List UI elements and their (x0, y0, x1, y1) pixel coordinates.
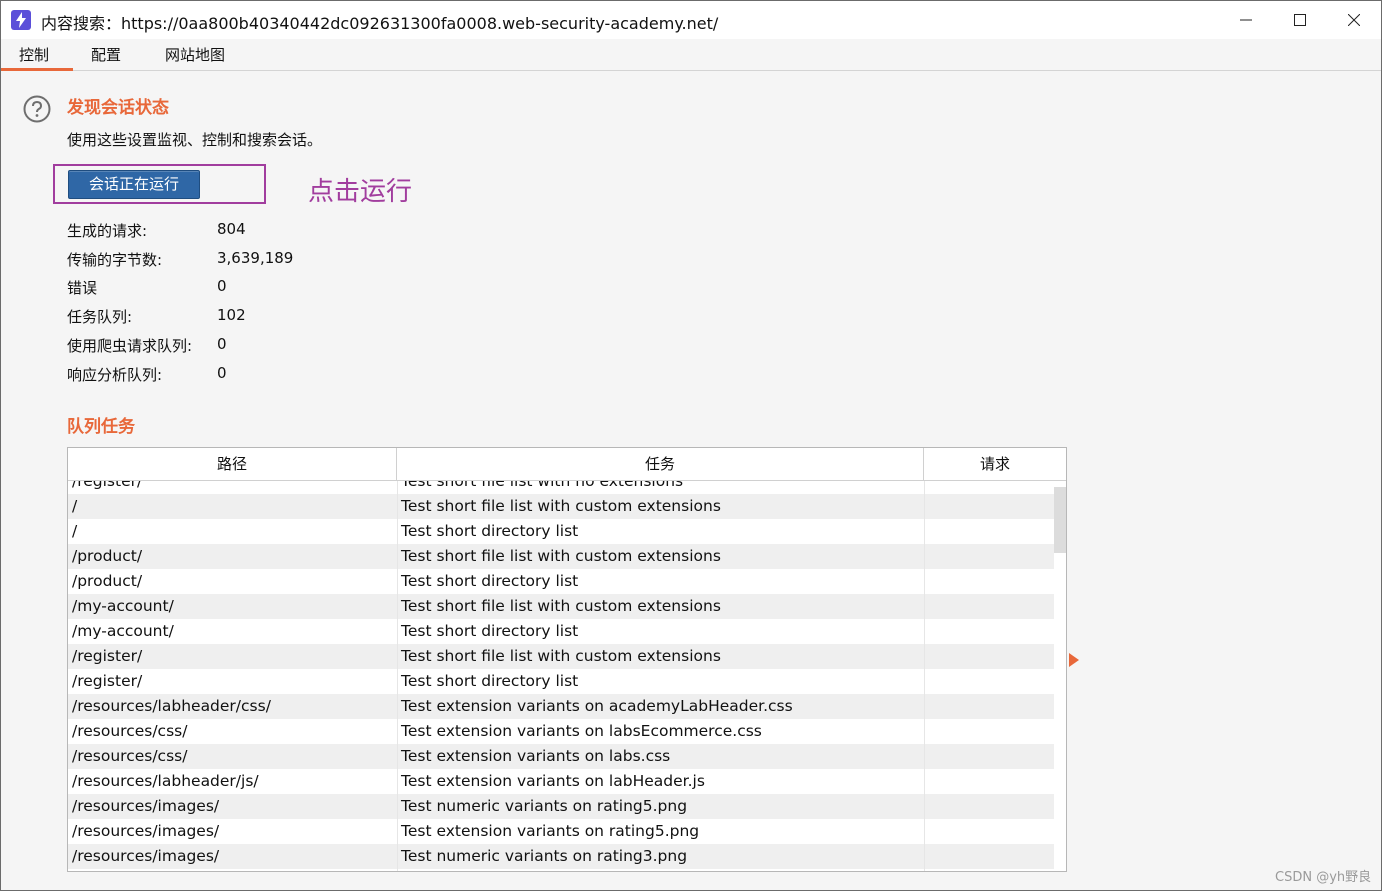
stat-value-task-queue: 102 (217, 306, 246, 324)
cell-task: Test extension variants on academyLabHea… (401, 697, 793, 715)
table-row[interactable]: /resources/labheader/js/Test extension v… (68, 769, 1054, 794)
cell-path: /my-account/ (72, 597, 174, 615)
tab-sitemap[interactable]: 网站地图 (147, 39, 243, 71)
cell-task: Test short file list with custom extensi… (401, 547, 721, 565)
minimize-icon[interactable] (1219, 1, 1273, 39)
table-row[interactable]: /resources/css/Test extension variants o… (68, 744, 1054, 769)
queued-tasks-table: 路径 任务 请求 /register/Test short file list … (67, 447, 1067, 872)
table-row[interactable]: /register/Test short directory list (68, 669, 1054, 694)
column-header-task[interactable]: 任务 (397, 448, 924, 481)
session-description: 使用这些设置监视、控制和搜索会话。 (67, 131, 323, 149)
column-header-requests[interactable]: 请求 (924, 448, 1066, 481)
cell-path: /register/ (72, 481, 143, 490)
cell-path: /my-account/ (72, 622, 174, 640)
cell-path: /resources/images/ (72, 797, 220, 815)
table-row[interactable]: /my-account/Test short directory list (68, 619, 1054, 644)
table-rows: /register/Test short file list with no e… (68, 481, 1054, 869)
table-row[interactable]: /product/Test short directory list (68, 569, 1054, 594)
table-row[interactable]: /resources/labheader/css/Test extension … (68, 694, 1054, 719)
tab-control[interactable]: 控制 (1, 39, 73, 71)
cell-task: Test numeric variants on rating5.png (401, 797, 688, 815)
table-row[interactable]: /register/Test short file list with cust… (68, 644, 1054, 669)
table-row[interactable]: / Test short directory list (68, 519, 1054, 544)
tab-bar: 控制 配置 网站地图 (1, 39, 1381, 71)
stat-label-errors: 错误 (67, 279, 98, 297)
cell-path: /resources/css/ (72, 747, 188, 765)
cell-task: Test extension variants on labsEcommerce… (401, 722, 762, 740)
table-scrollbar[interactable] (1054, 481, 1066, 871)
cell-task: Test short directory list (401, 622, 579, 640)
stat-label-analysis-queue: 响应分析队列: (67, 366, 163, 384)
table-row[interactable]: /my-account/Test short file list with cu… (68, 594, 1054, 619)
column-divider (397, 481, 398, 871)
cell-task: Test short file list with custom extensi… (401, 597, 721, 615)
cell-path: /resources/labheader/js/ (72, 772, 259, 790)
column-divider (924, 481, 925, 871)
cell-path: /product/ (72, 572, 143, 590)
title-bar[interactable]: 内容搜索：https://0aa800b40340442dc092631300f… (1, 1, 1381, 39)
cell-path: /resources/images/ (72, 847, 220, 865)
cell-task: Test extension variants on labHeader.js (401, 772, 705, 790)
cell-task: Test short directory list (401, 522, 579, 540)
cell-task: Test extension variants on rating5.png (401, 822, 700, 840)
cell-path: /resources/labheader/css/ (72, 697, 271, 715)
session-running-toggle-button[interactable]: 会话正在运行 (68, 170, 200, 199)
scrollbar-thumb[interactable] (1054, 487, 1066, 553)
table-row[interactable]: /resources/images/Test extension variant… (68, 819, 1054, 844)
column-header-path[interactable]: 路径 (68, 448, 397, 481)
cell-task: Test short file list with custom extensi… (401, 647, 721, 665)
window-title: 内容搜索：https://0aa800b40340442dc092631300f… (41, 14, 719, 33)
close-icon[interactable] (1327, 1, 1381, 39)
cell-path: /product/ (72, 547, 143, 565)
cell-task: Test short directory list (401, 672, 579, 690)
cell-path: / (72, 497, 78, 515)
cell-task: Test extension variants on labs.css (401, 747, 671, 765)
stat-value-requests: 804 (217, 220, 246, 238)
cell-task: Test short file list with no extensions (401, 481, 684, 490)
stat-value-bytes: 3,639,189 (217, 249, 294, 267)
table-row[interactable]: /register/Test short file list with no e… (68, 481, 1054, 494)
table-row[interactable]: / Test short file list with custom extens… (68, 494, 1054, 519)
table-row[interactable]: /product/Test short file list with custo… (68, 544, 1054, 569)
maximize-icon[interactable] (1273, 1, 1327, 39)
cell-path: /resources/css/ (72, 722, 188, 740)
queued-tasks-title: 队列任务 (67, 417, 135, 437)
session-status-title: 发现会话状态 (67, 98, 169, 118)
cell-task: Test short file list with custom extensi… (401, 497, 721, 515)
content-discovery-window: 内容搜索：https://0aa800b40340442dc092631300f… (0, 0, 1382, 891)
table-row[interactable]: /resources/images/Test numeric variants … (68, 794, 1054, 819)
burp-lightning-icon (11, 10, 31, 30)
tab-config[interactable]: 配置 (73, 39, 139, 71)
stat-label-task-queue: 任务队列: (67, 308, 133, 326)
table-row[interactable]: /resources/css/Test extension variants o… (68, 719, 1054, 744)
table-header: 路径 任务 请求 (68, 448, 1066, 481)
cell-path: /register/ (72, 647, 143, 665)
table-row[interactable]: /resources/images/Test numeric variants … (68, 844, 1054, 869)
cell-task: Test short directory list (401, 572, 579, 590)
table-body: /register/Test short file list with no e… (68, 481, 1054, 871)
stat-value-analysis-queue: 0 (217, 364, 227, 382)
splitter-arrow-icon[interactable] (1069, 653, 1079, 667)
cell-path: /resources/images/ (72, 822, 220, 840)
stat-value-errors: 0 (217, 277, 227, 295)
cell-path: / (72, 522, 78, 540)
help-icon[interactable] (23, 95, 51, 123)
cell-path: /register/ (72, 672, 143, 690)
stat-label-spider-queue: 使用爬虫请求队列: (67, 337, 193, 355)
watermark: CSDN @yh野良 (1275, 870, 1372, 885)
annotation-text: 点击运行 (308, 177, 413, 207)
stat-value-spider-queue: 0 (217, 335, 227, 353)
cell-task: Test numeric variants on rating3.png (401, 847, 688, 865)
stat-label-requests: 生成的请求: (67, 222, 148, 240)
stat-label-bytes: 传输的字节数: (67, 251, 163, 269)
